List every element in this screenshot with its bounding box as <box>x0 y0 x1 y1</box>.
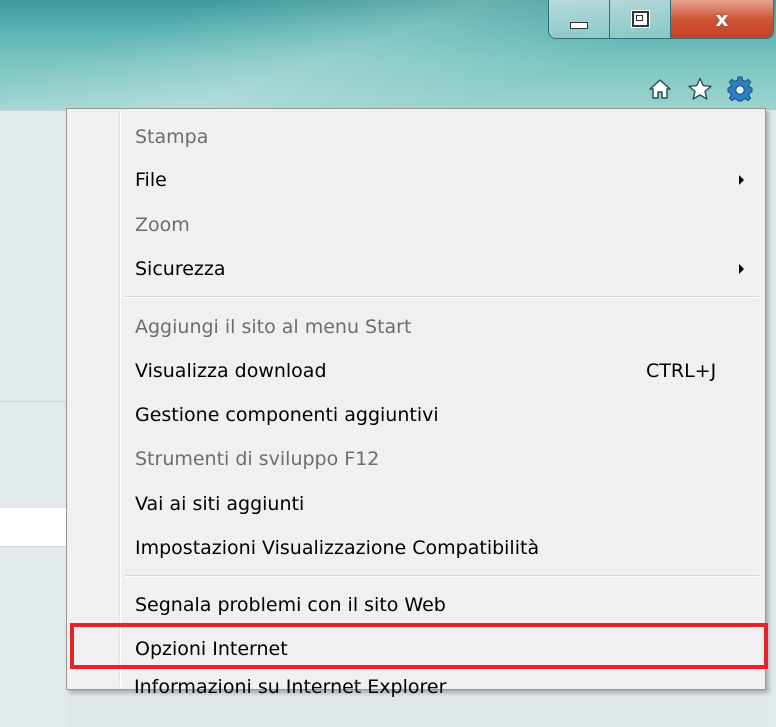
window-controls: x <box>548 0 774 39</box>
menu-item-visualizza-download[interactable]: Visualizza download CTRL+J <box>135 352 755 390</box>
menu-separator <box>125 575 759 577</box>
menu-item-label: Zoom <box>135 214 190 236</box>
menu-item-sicurezza[interactable]: Sicurezza <box>135 250 755 288</box>
menu-item-strumenti-sviluppo[interactable]: Strumenti di sviluppo F12 <box>135 440 755 478</box>
star-icon <box>688 77 712 100</box>
menu-item-vai-siti-aggiunti[interactable]: Vai ai siti aggiunti <box>135 485 755 523</box>
home-icon <box>649 79 671 99</box>
menu-gutter <box>119 111 121 687</box>
menu-item-label: Vai ai siti aggiunti <box>135 493 305 515</box>
tools-menu: Stampa File Zoom Sicurezza Aggiungi il s… <box>66 108 766 690</box>
menu-item-aggiungi-sito[interactable]: Aggiungi il sito al menu Start <box>135 308 755 346</box>
menu-item-stampa[interactable]: Stampa <box>135 118 755 156</box>
menu-item-label: File <box>135 169 167 191</box>
restore-button[interactable] <box>610 0 671 38</box>
menu-item-label: Strumenti di sviluppo F12 <box>135 448 380 470</box>
submenu-arrow-icon <box>739 175 744 185</box>
menu-item-label: Informazioni su Internet Explorer <box>134 676 447 698</box>
restore-icon <box>631 11 649 27</box>
menu-item-file[interactable]: File <box>135 161 755 199</box>
highlight-box <box>70 623 768 669</box>
menu-item-label: Sicurezza <box>135 258 226 280</box>
menu-item-label: Segnala problemi con il sito Web <box>135 594 446 616</box>
favorites-button[interactable] <box>680 74 720 104</box>
minimize-icon <box>570 21 588 29</box>
menu-item-label: Impostazioni Visualizzazione Compatibili… <box>135 537 540 559</box>
page-content-left <box>0 110 67 727</box>
tools-button[interactable] <box>720 74 760 104</box>
menu-item-label: Visualizza download <box>135 360 327 382</box>
menu-item-label: Gestione componenti aggiuntivi <box>135 404 439 426</box>
page-white-strip <box>0 508 67 546</box>
divider <box>0 546 67 547</box>
close-button[interactable]: x <box>671 0 773 38</box>
divider <box>0 401 67 402</box>
menu-item-shortcut: CTRL+J <box>646 360 717 382</box>
gear-icon <box>727 76 753 102</box>
menu-item-label: Stampa <box>135 126 209 148</box>
menu-item-segnala-problemi[interactable]: Segnala problemi con il sito Web <box>135 586 755 624</box>
submenu-arrow-icon <box>739 264 744 274</box>
menu-item-informazioni-ie[interactable]: Informazioni su Internet Explorer <box>134 668 754 706</box>
home-button[interactable] <box>640 74 680 104</box>
toolbar-icons <box>640 74 772 104</box>
menu-separator <box>125 296 759 298</box>
menu-item-gestione-componenti[interactable]: Gestione componenti aggiuntivi <box>135 396 755 434</box>
menu-item-zoom[interactable]: Zoom <box>135 206 755 244</box>
minimize-button[interactable] <box>549 0 610 38</box>
menu-item-label: Aggiungi il sito al menu Start <box>135 316 412 338</box>
menu-item-compatibilita[interactable]: Impostazioni Visualizzazione Compatibili… <box>135 529 755 567</box>
close-icon: x <box>715 7 729 31</box>
